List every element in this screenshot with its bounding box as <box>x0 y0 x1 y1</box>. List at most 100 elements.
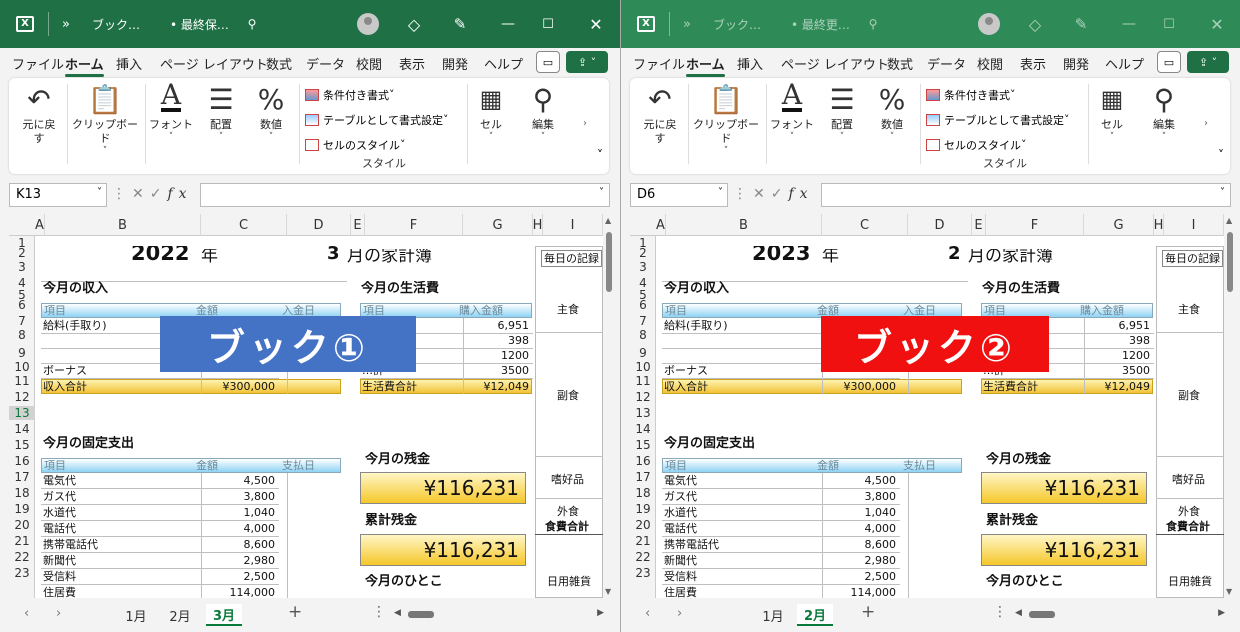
add-sheet-button[interactable]: + <box>861 602 875 622</box>
expand-formula-icon[interactable]: ˅ <box>599 187 604 198</box>
close-button[interactable]: ✕ <box>578 0 614 48</box>
fixed-row-amount[interactable]: 3,800 <box>816 489 897 504</box>
tab-split-icon[interactable]: ⋮ <box>993 604 1007 620</box>
user-avatar[interactable] <box>356 0 380 48</box>
horizontal-scrollbar[interactable]: ◀ ▶ <box>1015 608 1225 622</box>
ribbon-tab-5[interactable]: データ <box>306 54 345 73</box>
ribbon-tab-3[interactable]: ページ レイアウト <box>160 54 268 73</box>
column-header-H[interactable]: H <box>1154 214 1164 236</box>
ribbon-scroll-right-icon[interactable]: › <box>1204 118 1208 129</box>
income-row-name[interactable]: ボーナス <box>664 363 708 378</box>
ribbon-expand-icon[interactable]: ˅ <box>1218 148 1224 162</box>
enter-icon[interactable]: ✓ <box>150 186 168 202</box>
row-header-20[interactable]: 20 <box>9 518 35 532</box>
column-header-E[interactable]: E <box>972 214 986 236</box>
cancel-icon[interactable]: ✕ <box>132 186 150 202</box>
income-row-name[interactable]: 給料(手取り) <box>43 318 107 333</box>
fixed-row-name[interactable]: 住居費 <box>664 585 697 598</box>
row-header-20[interactable]: 20 <box>630 518 656 532</box>
living-total-value[interactable]: ¥12,049 <box>1076 379 1151 394</box>
month-cell[interactable]: 3 <box>327 246 340 261</box>
daily-header[interactable]: 毎日の記録 <box>1162 250 1223 267</box>
row-header-8[interactable]: 8 <box>630 328 656 342</box>
user-avatar[interactable] <box>977 0 1001 48</box>
row-header-10[interactable]: 10 <box>9 360 35 374</box>
scroll-thumb[interactable] <box>1227 232 1233 292</box>
premium-diamond-icon[interactable]: ◇ <box>402 0 426 48</box>
ribbon-tab-3[interactable]: ページ レイアウト <box>781 54 889 73</box>
row-header-12[interactable]: 12 <box>630 390 656 404</box>
ribbon-tab-7[interactable]: 表示 <box>399 54 425 73</box>
maximize-button[interactable]: ☐ <box>530 0 566 48</box>
file-name[interactable]: ブック… <box>713 0 773 48</box>
year-cell[interactable]: 2023 <box>752 246 810 261</box>
fixed-row-amount[interactable]: 4,000 <box>816 521 897 536</box>
column-header-B[interactable]: B <box>45 214 201 236</box>
fixed-row-name[interactable]: 新聞代 <box>664 553 697 568</box>
save-status[interactable]: • 最終更… <box>791 0 871 48</box>
fixed-row-amount[interactable]: 4,000 <box>195 521 276 536</box>
fixed-row-amount[interactable]: 4,500 <box>195 473 276 488</box>
fixed-row-name[interactable]: 電気代 <box>43 473 76 488</box>
cell-styles-button[interactable]: セルのスタイル ˅ <box>926 132 1084 157</box>
scroll-up-icon[interactable]: ▲ <box>1226 216 1232 225</box>
cum-value[interactable]: ¥116,231 <box>981 534 1147 566</box>
sheet-tab-0[interactable]: 1月 <box>114 604 158 626</box>
column-header-C[interactable]: C <box>822 214 908 236</box>
row-header-19[interactable]: 19 <box>630 502 656 516</box>
fixed-row-name[interactable]: 電話代 <box>43 521 76 536</box>
row-header-21[interactable]: 21 <box>9 534 35 548</box>
maximize-button[interactable]: ☐ <box>1151 0 1187 48</box>
row-header-22[interactable]: 22 <box>9 550 35 564</box>
column-header-C[interactable]: C <box>201 214 287 236</box>
sheet-tab-2[interactable]: 3月 <box>206 604 242 626</box>
fixed-row-name[interactable]: 電話代 <box>664 521 697 536</box>
search-icon[interactable]: ⚲ <box>240 0 264 48</box>
quick-access-chevron-icon[interactable]: » <box>56 0 76 48</box>
column-header-D[interactable]: D <box>908 214 972 236</box>
daily-header[interactable]: 毎日の記録 <box>541 250 602 267</box>
alignment-group[interactable]: ☰ 配置 ˅ <box>820 80 864 143</box>
scroll-left-icon[interactable]: ◀ <box>394 608 401 618</box>
fixed-row-amount[interactable]: 1,040 <box>816 505 897 520</box>
row-header-23[interactable]: 23 <box>630 566 656 580</box>
premium-diamond-icon[interactable]: ◇ <box>1023 0 1047 48</box>
editing-group[interactable]: ⚲ 編集 ˅ <box>521 80 565 143</box>
row-header-14[interactable]: 14 <box>9 422 35 436</box>
prev-sheet-icon[interactable]: ‹ <box>645 606 650 621</box>
living-row-amount[interactable]: 398 <box>455 333 529 348</box>
row-header-2[interactable]: 2 <box>9 246 35 260</box>
next-sheet-icon[interactable]: › <box>677 606 682 621</box>
ribbon-tab-9[interactable]: ヘルプ <box>1105 54 1144 73</box>
column-header-D[interactable]: D <box>287 214 351 236</box>
column-header-F[interactable]: F <box>365 214 463 236</box>
worksheet-grid[interactable]: ABCDEFGHI 1 2 3 4 5 6 7 8 9 10 11 12 13 14 15 16 17 18 19 2… <box>630 214 1224 598</box>
formula-bar[interactable]: ˅ <box>200 183 610 207</box>
expand-formula-icon[interactable]: ˅ <box>1220 187 1225 198</box>
row-header-18[interactable]: 18 <box>9 486 35 500</box>
fixed-row-name[interactable]: 新聞代 <box>43 553 76 568</box>
more-icon[interactable]: ⋮ <box>112 186 132 202</box>
ribbon-tab-6[interactable]: 校閲 <box>356 54 382 73</box>
share-button[interactable]: ⇪ ˅ <box>566 51 608 73</box>
row-header-17[interactable]: 17 <box>9 470 35 484</box>
row-header-10[interactable]: 10 <box>630 360 656 374</box>
undo-group[interactable]: ↶ 元に戻す <box>17 80 61 146</box>
font-group[interactable]: A フォント ˅ <box>768 78 816 143</box>
hscroll-thumb[interactable] <box>1029 611 1055 618</box>
row-header-15[interactable]: 15 <box>9 438 35 452</box>
ribbon-tab-6[interactable]: 校閲 <box>977 54 1003 73</box>
column-header-I[interactable]: I <box>543 214 603 236</box>
row-header-18[interactable]: 18 <box>630 486 656 500</box>
cell-styles-button[interactable]: セルのスタイル ˅ <box>305 132 463 157</box>
row-header-21[interactable]: 21 <box>630 534 656 548</box>
scroll-thumb[interactable] <box>606 232 612 292</box>
living-row-amount[interactable]: 3500 <box>455 363 529 378</box>
save-status[interactable]: • 最終保… <box>170 0 250 48</box>
ribbon-expand-icon[interactable]: ˅ <box>597 148 603 162</box>
row-header-7[interactable]: 7 <box>630 314 656 328</box>
row-header-16[interactable]: 16 <box>630 454 656 468</box>
undo-group[interactable]: ↶ 元に戻す <box>638 80 682 146</box>
fixed-row-amount[interactable]: 2,980 <box>195 553 276 568</box>
pen-icon[interactable]: ✎ <box>1069 0 1093 48</box>
